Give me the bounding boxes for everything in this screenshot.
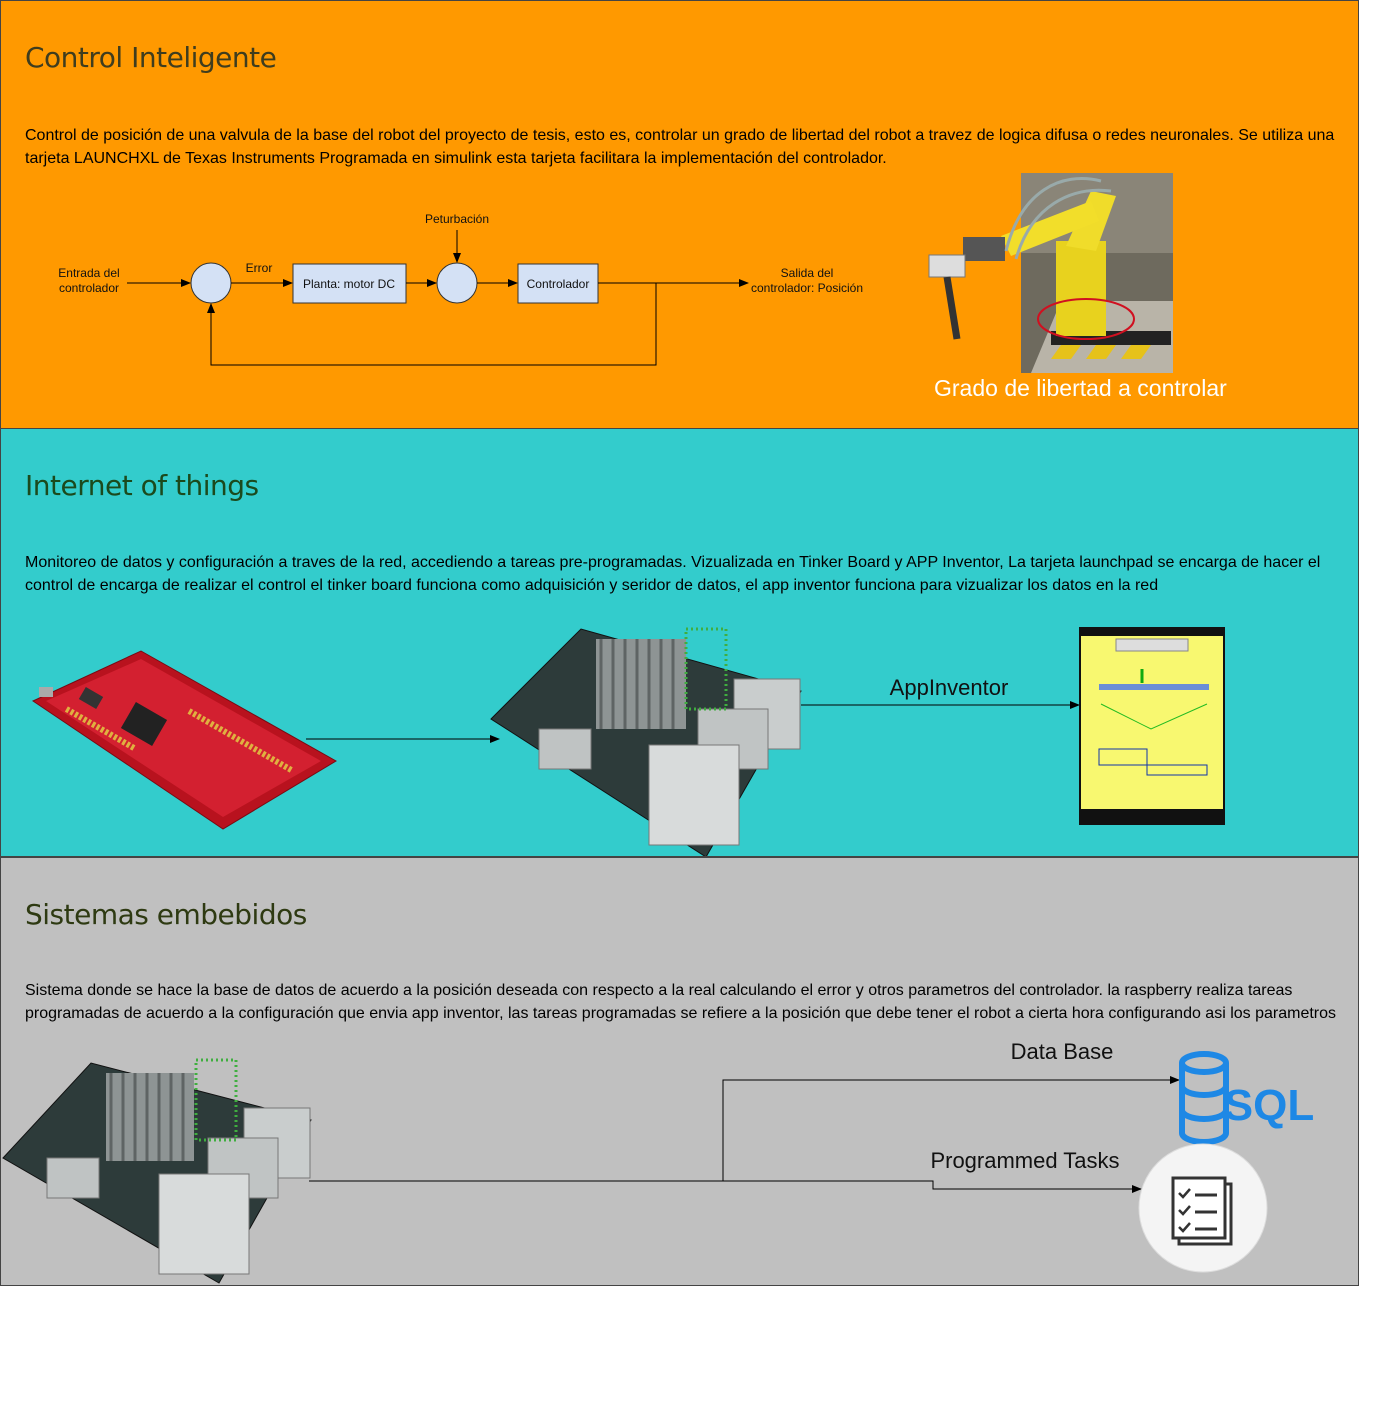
phone-app-icon <box>1079 627 1225 825</box>
input-label-line1: Entrada del <box>58 266 119 280</box>
controller-label: Controlador <box>527 277 590 291</box>
input-label-line2: controlador <box>59 281 119 295</box>
to-tasks-arrow <box>723 1180 1142 1193</box>
database-icon <box>1179 1051 1229 1145</box>
sql-text: SQL <box>1224 1081 1314 1130</box>
robot-arm-icon <box>928 173 1173 373</box>
tasks-label: Programmed Tasks <box>930 1148 1119 1173</box>
output-label-line1: Salida del <box>781 266 834 280</box>
control-block-diagram: Entrada del controlador Error Planta: mo… <box>58 173 1173 373</box>
summing-junction-error <box>190 262 232 304</box>
summing-junction-disturbance <box>436 262 478 304</box>
control-section: Control Inteligente Control de posición … <box>0 0 1359 429</box>
embedded-section: Sistemas embebidos Sistema donde se hace… <box>0 857 1359 1286</box>
database-label: Data Base <box>1011 1039 1114 1064</box>
iot-section: Internet of things Monitoreo de datos y … <box>0 428 1359 857</box>
appinventor-label: AppInventor <box>890 675 1009 700</box>
iot-diagram: AppInventor <box>31 627 1225 856</box>
embedded-diagram: Data Base Programmed Tasks SQL <box>2 1039 1314 1284</box>
disturbance-label: Peturbación <box>425 212 489 226</box>
tinker-board-icon <box>490 627 802 856</box>
output-label-line2: controlador: Posición <box>751 281 863 295</box>
launchpad-board-icon <box>31 650 337 830</box>
checklist-icon <box>1138 1143 1268 1273</box>
tinker-board-icon <box>2 1058 312 1284</box>
plant-label: Planta: motor DC <box>303 277 395 291</box>
error-label: Error <box>246 261 273 275</box>
robot-caption: Grado de libertad a controlar <box>934 375 1227 401</box>
